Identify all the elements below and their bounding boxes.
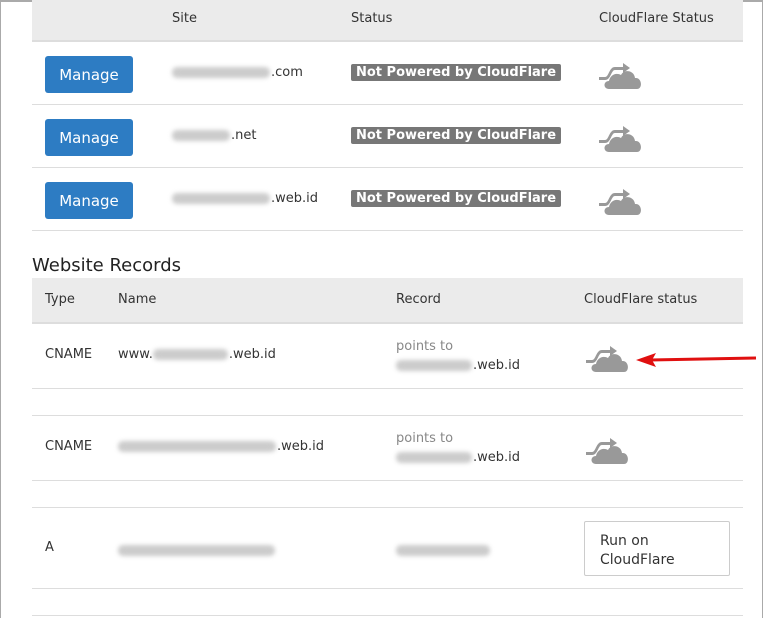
record-value (396, 543, 491, 558)
spacer-row (32, 481, 743, 508)
name-suffix: .web.id (277, 439, 325, 454)
cloud-off-icon[interactable] (584, 338, 634, 378)
manage-button[interactable]: Manage (45, 182, 133, 219)
manage-button[interactable]: Manage (45, 119, 133, 156)
record-name: www. .web.id (118, 347, 276, 362)
record-name (118, 543, 276, 558)
status-badge: Not Powered by CloudFlare (351, 127, 562, 144)
status-badge: Not Powered by CloudFlare (351, 190, 562, 207)
record-suffix: .web.id (473, 450, 521, 465)
site-row: Manage .net Not Powered by CloudFlare (32, 105, 743, 168)
sites-table-header: Site Status CloudFlare Status (32, 0, 743, 42)
record-value: .web.id (396, 450, 520, 465)
site-name: .net (172, 128, 256, 143)
col-cf-status: CloudFlare Status (599, 11, 714, 26)
site-name: .com (172, 65, 303, 80)
run-on-cloudflare-button[interactable]: Run on CloudFlare (584, 521, 730, 576)
redacted-text (172, 193, 270, 204)
sites-table: Site Status CloudFlare Status Manage .co… (32, 0, 743, 231)
name-suffix: .web.id (228, 347, 276, 362)
spacer-row (32, 389, 743, 416)
redacted-text (172, 130, 230, 141)
redacted-text (152, 349, 228, 360)
record-label: points to (396, 431, 454, 446)
site-row: Manage .web.id Not Powered by CloudFlare (32, 168, 743, 231)
site-suffix: .web.id (271, 191, 319, 206)
record-label: points to (396, 339, 454, 354)
site-row: Manage .com Not Powered by CloudFlare (32, 42, 743, 105)
manage-button[interactable]: Manage (45, 56, 133, 93)
col-record: Record (396, 292, 441, 307)
record-type: CNAME (45, 439, 93, 454)
col-site: Site (172, 11, 197, 26)
site-suffix: .net (231, 128, 257, 143)
redacted-text (396, 545, 490, 556)
cloud-off-icon[interactable] (597, 55, 647, 95)
records-table-header: Type Name Record CloudFlare status (32, 278, 743, 324)
col-status: Status (351, 11, 393, 26)
record-type: A (45, 540, 54, 555)
status-badge: Not Powered by CloudFlare (351, 64, 562, 81)
records-table: Type Name Record CloudFlare status CNAME… (32, 278, 743, 616)
redacted-text (396, 452, 472, 463)
redacted-text (118, 441, 276, 452)
col-cf-status: CloudFlare status (584, 292, 698, 307)
record-type: CNAME (45, 347, 93, 362)
record-suffix: .web.id (473, 358, 521, 373)
cloud-off-icon[interactable] (597, 181, 647, 221)
section-title: Website Records (32, 255, 182, 276)
col-name: Name (118, 292, 157, 307)
redacted-text (396, 360, 472, 371)
site-name: .web.id (172, 191, 318, 206)
col-type: Type (45, 292, 75, 307)
redacted-text (172, 67, 270, 78)
record-name: .web.id (118, 439, 324, 454)
record-row: A Run on CloudFlare (32, 508, 743, 589)
annotation-arrow-icon (636, 353, 757, 367)
spacer-row (32, 589, 743, 616)
record-row: CNAME .web.id points to .web.id (32, 416, 743, 481)
cloud-off-icon[interactable] (584, 430, 634, 470)
redacted-text (118, 545, 275, 556)
record-value: .web.id (396, 358, 520, 373)
name-prefix: www. (118, 347, 153, 362)
site-suffix: .com (271, 65, 303, 80)
cloud-off-icon[interactable] (597, 118, 647, 158)
